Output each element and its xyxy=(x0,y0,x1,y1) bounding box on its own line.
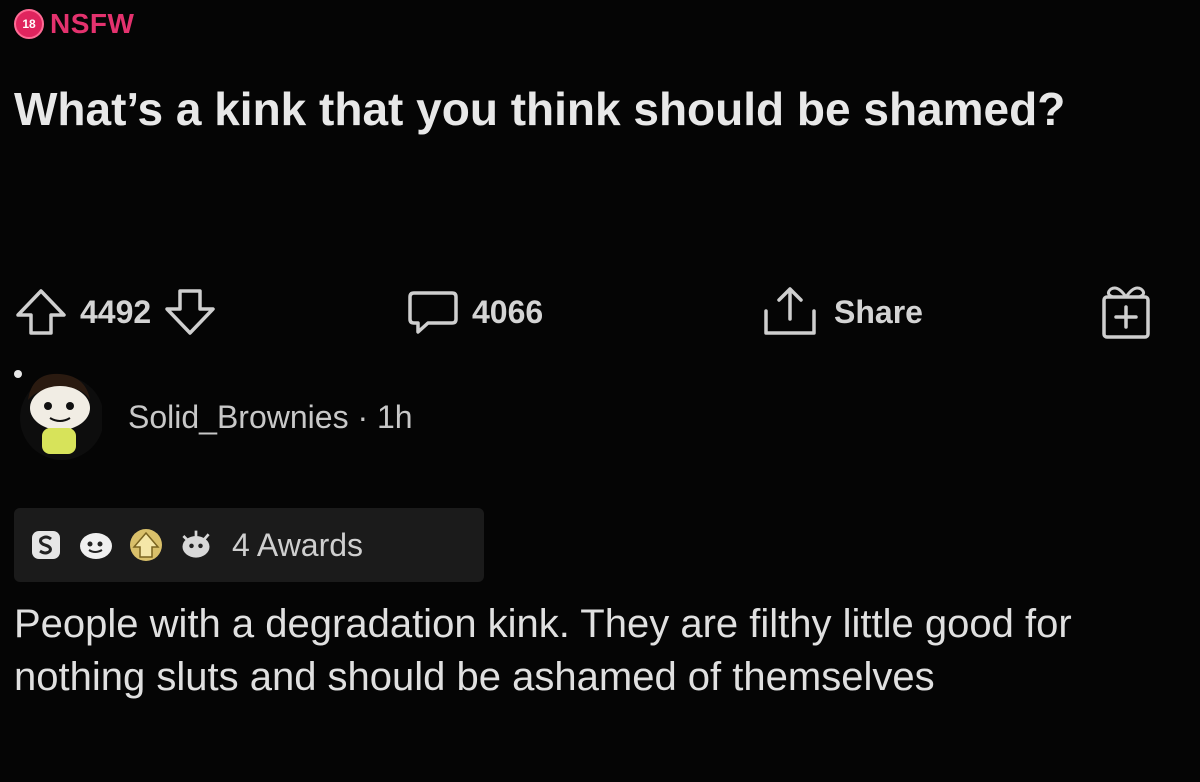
meta-separator: · xyxy=(357,398,377,435)
silver-award-icon xyxy=(28,527,64,563)
nsfw-tag: 18 NSFW xyxy=(14,8,134,40)
comment-bubble-icon xyxy=(406,287,460,337)
helpful-award-icon xyxy=(128,527,164,563)
avatar[interactable] xyxy=(10,362,104,462)
nsfw-label: NSFW xyxy=(50,8,135,39)
gift-icon xyxy=(1098,283,1154,341)
arrow-up-icon[interactable] xyxy=(14,287,68,337)
vote-group: 4492 xyxy=(14,282,217,342)
awards-count: 4 Awards xyxy=(232,526,364,563)
comment-author[interactable]: Solid_Brownies xyxy=(128,399,349,435)
party-award-icon xyxy=(178,527,214,563)
comment-body: People with a degradation kink. They are… xyxy=(14,602,1072,699)
awards-bar[interactable]: 4 Awards xyxy=(14,508,484,582)
share-button[interactable]: Share xyxy=(758,282,923,342)
award-button[interactable] xyxy=(1098,282,1154,342)
share-label: Share xyxy=(834,293,923,330)
post-title[interactable]: What’s a kink that you think should be s… xyxy=(14,80,1134,138)
comment-header: Solid_Brownies · 1h xyxy=(10,362,413,462)
comment-time: 1h xyxy=(377,398,413,435)
comments-button[interactable]: 4066 xyxy=(406,282,543,342)
comment-meta: Solid_Brownies · 1h xyxy=(128,399,413,436)
post-action-bar: 4492 4066 Share xyxy=(14,282,1164,342)
wholesome-award-icon xyxy=(78,527,114,563)
arrow-down-icon[interactable] xyxy=(163,287,217,337)
comment-count: 4066 xyxy=(472,293,544,330)
nsfw-18-icon: 18 xyxy=(14,9,44,39)
upvote-count: 4492 xyxy=(80,293,152,330)
share-icon xyxy=(758,285,822,339)
